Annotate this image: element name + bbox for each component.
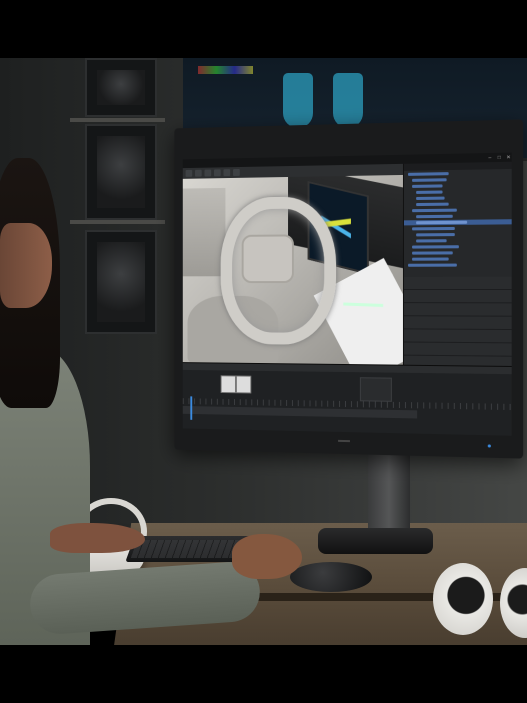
close-icon[interactable]: ✕ — [505, 154, 511, 160]
timeline-playhead[interactable] — [190, 396, 193, 420]
letterbox-bottom — [0, 645, 527, 703]
property-row[interactable] — [403, 329, 512, 344]
minimize-icon[interactable]: – — [487, 154, 493, 160]
tree-item-selected[interactable] — [403, 219, 512, 226]
property-row[interactable] — [403, 316, 512, 331]
tree-item[interactable] — [404, 250, 512, 256]
wall-display-seat-right — [333, 73, 363, 128]
toolbar-button[interactable] — [223, 169, 231, 177]
tree-item[interactable] — [404, 232, 512, 238]
property-row[interactable] — [403, 276, 512, 291]
property-row[interactable] — [403, 290, 512, 304]
tree-item[interactable] — [404, 256, 512, 262]
properties-panel — [402, 276, 512, 371]
timeline-tabs — [182, 363, 512, 375]
car-door-panel — [182, 187, 226, 277]
wall-poster — [85, 58, 157, 117]
person-face — [0, 223, 52, 308]
person-hand-right — [232, 534, 302, 579]
property-row[interactable] — [403, 342, 512, 357]
timeline-track[interactable] — [182, 405, 418, 419]
timeline-panel — [182, 362, 512, 436]
toolbar-button[interactable] — [195, 169, 202, 177]
monitor-screen: – □ ✕ — [182, 152, 512, 436]
scene-outliner — [402, 161, 512, 277]
monitor-stand-base — [318, 528, 433, 554]
clip-thumbnail[interactable] — [235, 375, 252, 394]
maximize-icon[interactable]: □ — [496, 154, 502, 160]
clip-thumbnail[interactable] — [220, 375, 236, 394]
monitor-logo — [338, 439, 350, 443]
office-photo: – □ ✕ — [0, 58, 527, 645]
toolbar-button[interactable] — [233, 168, 240, 176]
wall-poster — [85, 230, 157, 334]
timeline-properties — [359, 377, 392, 402]
property-row[interactable] — [403, 303, 512, 317]
monitor: – □ ✕ — [174, 119, 524, 459]
wall-display-seat-left — [283, 73, 313, 128]
person-hand-left — [50, 523, 145, 553]
steering-wheel-hub — [241, 234, 294, 284]
toolbar-button[interactable] — [213, 169, 221, 177]
shelf — [70, 118, 165, 122]
mouse — [290, 562, 372, 592]
monitor-stand — [368, 453, 410, 533]
3d-viewport[interactable] — [182, 174, 403, 365]
letterbox-top — [0, 0, 527, 58]
toolbar-button[interactable] — [185, 169, 193, 177]
wall-display-toolbar — [198, 66, 253, 74]
tree-item[interactable] — [404, 238, 512, 244]
toolbar-button[interactable] — [204, 169, 212, 177]
vr-controller-icon — [433, 563, 493, 635]
wall-poster — [85, 124, 157, 220]
tree-item[interactable] — [404, 225, 512, 231]
power-led-icon — [487, 444, 491, 448]
tree-item[interactable] — [404, 244, 512, 250]
tree-item[interactable] — [404, 262, 512, 267]
shelf — [70, 220, 165, 224]
